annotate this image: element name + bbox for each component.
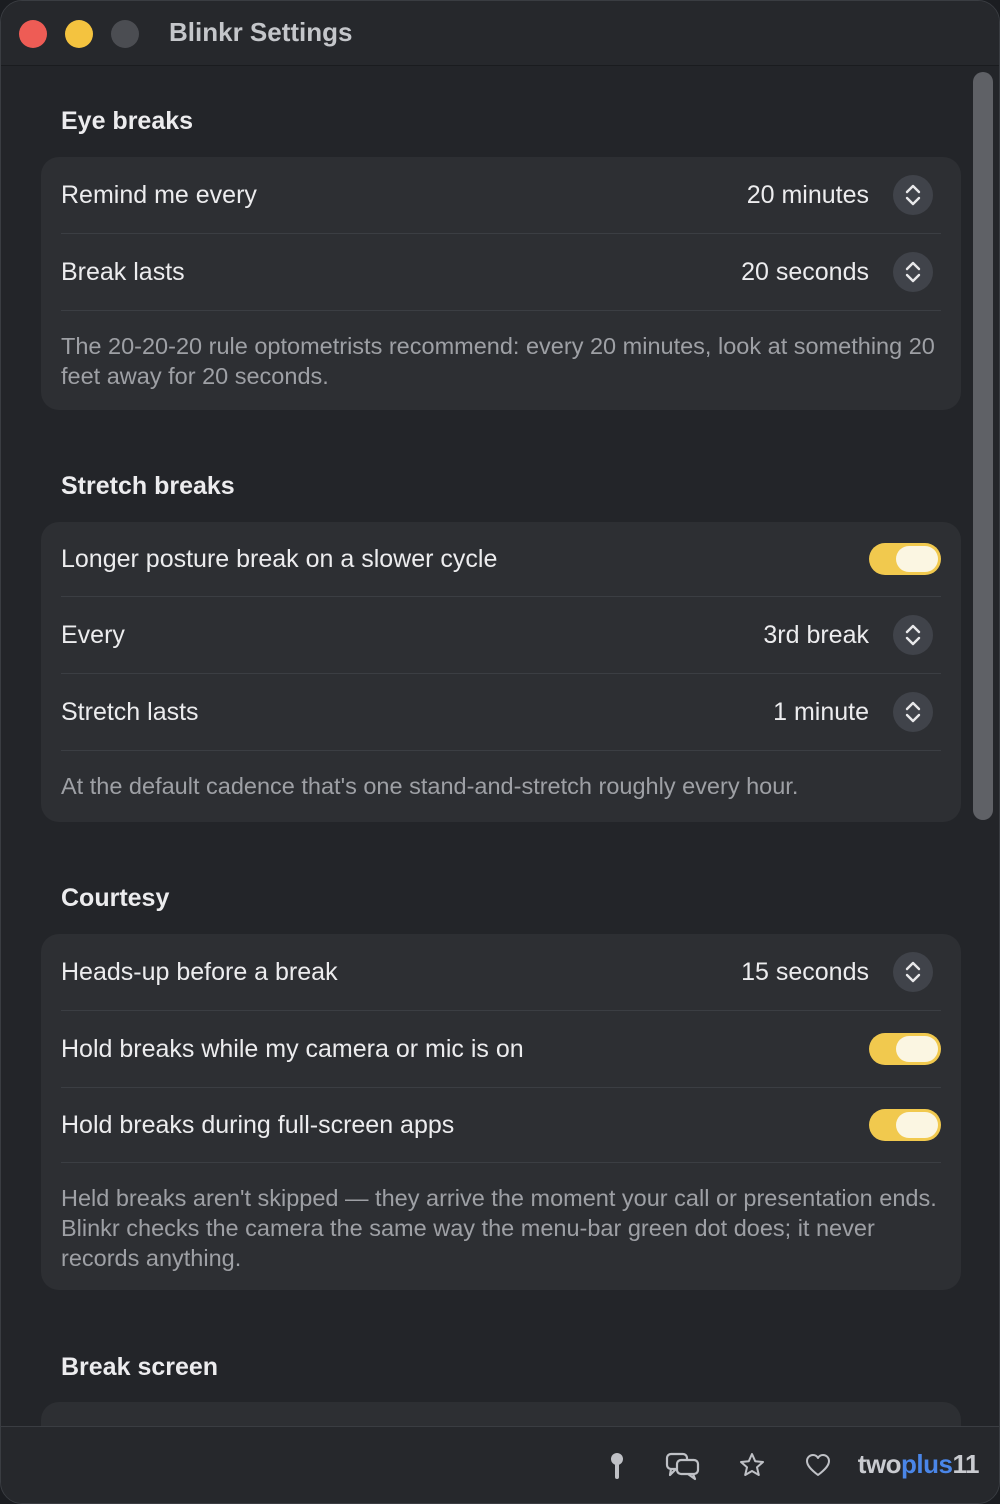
eye-breaks-note: The 20-20-20 rule optometrists recommend…	[61, 333, 935, 389]
break-duration-value[interactable]: 20 seconds	[741, 234, 869, 310]
camera-hold-row: Hold breaks while my camera or mic is on	[61, 1011, 941, 1088]
remind-interval-row: Remind me every 20 minutes	[61, 157, 941, 234]
title-bar: Blinkr Settings	[1, 1, 999, 66]
heart-icon[interactable]	[804, 1451, 832, 1484]
footer-bar: twoplus11	[1, 1426, 999, 1503]
window-title: Blinkr Settings	[169, 17, 353, 47]
toggle-knob	[896, 1036, 938, 1062]
section-title-eye-breaks: Eye breaks	[61, 107, 194, 135]
brand-two: two	[857, 1449, 902, 1479]
stretch-breaks-card: Longer posture break on a slower cycle E…	[41, 522, 961, 822]
minimize-window-button[interactable]	[65, 20, 93, 48]
pin-icon[interactable]	[605, 1451, 629, 1486]
chevron-up-down-icon	[905, 701, 921, 723]
posture-break-toggle[interactable]	[869, 543, 941, 575]
brand-plus: plus	[901, 1449, 953, 1479]
heads-up-value[interactable]: 15 seconds	[741, 934, 869, 1010]
twoplus11-brand-logo[interactable]: twoplus11	[857, 1449, 980, 1480]
camera-hold-label: Hold breaks while my camera or mic is on	[61, 1035, 524, 1063]
stretch-every-row: Every 3rd break	[61, 597, 941, 674]
settings-content: Eye breaks Remind me every 20 minutes Br…	[1, 66, 999, 1427]
chat-bubbles-icon[interactable]	[665, 1451, 701, 1486]
chevron-up-down-icon	[905, 184, 921, 206]
remind-interval-stepper[interactable]	[893, 175, 933, 215]
stretch-every-stepper[interactable]	[893, 615, 933, 655]
fullscreen-hold-row: Hold breaks during full-screen apps	[61, 1088, 941, 1163]
toggle-knob	[896, 546, 938, 572]
brand-eleven: 11	[952, 1449, 980, 1479]
section-title-break-screen: Break screen	[61, 1353, 219, 1381]
fullscreen-hold-label: Hold breaks during full-screen apps	[61, 1111, 455, 1139]
scrollbar-thumb[interactable]	[973, 72, 993, 820]
heads-up-label: Heads-up before a break	[61, 958, 338, 986]
chevron-up-down-icon	[905, 624, 921, 646]
stretch-duration-stepper[interactable]	[893, 692, 933, 732]
section-title-courtesy: Courtesy	[61, 884, 170, 912]
break-duration-label: Break lasts	[61, 258, 185, 286]
settings-window: Blinkr Settings Eye breaks Remind me eve…	[0, 0, 1000, 1504]
fullscreen-hold-toggle[interactable]	[869, 1109, 941, 1141]
close-window-button[interactable]	[19, 20, 47, 48]
stretch-every-value[interactable]: 3rd break	[763, 597, 869, 673]
section-title-stretch-breaks: Stretch breaks	[61, 472, 235, 500]
posture-break-row: Longer posture break on a slower cycle	[61, 522, 941, 597]
stretch-duration-row: Stretch lasts 1 minute	[61, 674, 941, 751]
break-duration-row: Break lasts 20 seconds	[61, 234, 941, 311]
stretch-duration-value[interactable]: 1 minute	[773, 674, 869, 750]
remind-interval-label: Remind me every	[61, 181, 257, 209]
chevron-up-down-icon	[905, 261, 921, 283]
stretch-duration-label: Stretch lasts	[61, 698, 199, 726]
eye-breaks-card: Remind me every 20 minutes Break lasts 2…	[41, 157, 961, 410]
star-icon[interactable]	[738, 1451, 766, 1484]
posture-break-label: Longer posture break on a slower cycle	[61, 545, 498, 573]
heads-up-stepper[interactable]	[893, 952, 933, 992]
zoom-window-button[interactable]	[111, 20, 139, 48]
vertical-scrollbar[interactable]	[973, 72, 993, 1427]
courtesy-note: Held breaks aren't skipped — they arrive…	[61, 1185, 937, 1271]
camera-hold-toggle[interactable]	[869, 1033, 941, 1065]
remind-interval-value[interactable]: 20 minutes	[747, 157, 869, 233]
stretch-every-label: Every	[61, 621, 125, 649]
toggle-knob	[896, 1112, 938, 1138]
heads-up-row: Heads-up before a break 15 seconds	[61, 934, 941, 1011]
break-duration-stepper[interactable]	[893, 252, 933, 292]
stretch-breaks-note: At the default cadence that's one stand-…	[61, 773, 799, 799]
break-screen-card	[41, 1402, 961, 1427]
chevron-up-down-icon	[905, 961, 921, 983]
courtesy-card: Heads-up before a break 15 seconds Hold …	[41, 934, 961, 1290]
